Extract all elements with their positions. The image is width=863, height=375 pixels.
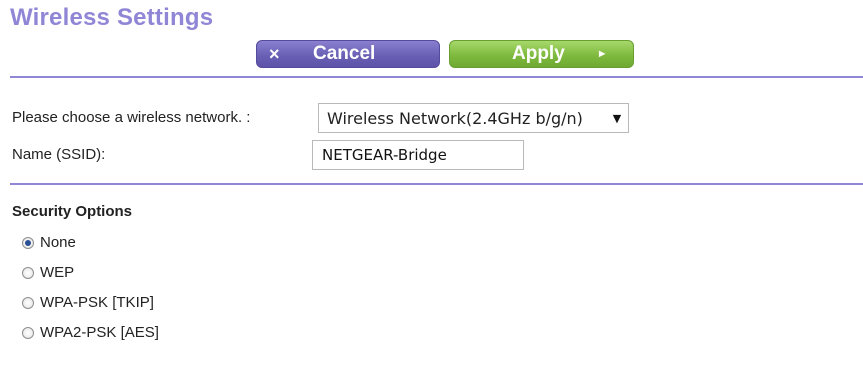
security-option-label: None	[40, 234, 76, 251]
page-title: Wireless Settings	[10, 4, 214, 31]
security-options-title: Security Options	[12, 203, 133, 220]
security-option-label: WPA2-PSK [AES]	[40, 324, 159, 341]
radio-button-icon	[22, 266, 34, 279]
radio-button-icon	[22, 236, 34, 249]
security-option-wpa2-psk-aes[interactable]: WPA2-PSK [AES]	[22, 324, 159, 341]
cancel-button[interactable]: × Cancel	[256, 40, 440, 68]
wireless-network-selected-value: Wireless Network(2.4GHz b/g/n)	[327, 108, 583, 128]
close-icon: ×	[269, 43, 280, 64]
arrow-right-icon: ►	[596, 48, 608, 60]
section-divider	[10, 183, 863, 185]
radio-button-icon	[22, 326, 34, 339]
security-option-label: WEP	[40, 264, 75, 281]
header-divider	[10, 76, 863, 78]
wireless-network-label: Please choose a wireless network. :	[12, 109, 251, 126]
apply-button-label: Apply	[512, 43, 565, 64]
security-option-none[interactable]: None	[22, 234, 76, 251]
wireless-network-select[interactable]: Wireless Network(2.4GHz b/g/n) ▼	[318, 103, 629, 133]
cancel-button-label: Cancel	[313, 43, 376, 64]
chevron-down-icon: ▼	[612, 111, 622, 125]
ssid-input[interactable]	[312, 140, 524, 170]
ssid-label: Name (SSID):	[12, 146, 106, 163]
apply-button[interactable]: Apply ►	[449, 40, 634, 68]
radio-button-icon	[22, 296, 34, 309]
security-option-wpa-psk-tkip[interactable]: WPA-PSK [TKIP]	[22, 294, 154, 311]
security-option-label: WPA-PSK [TKIP]	[40, 294, 154, 311]
security-option-wep[interactable]: WEP	[22, 264, 74, 281]
